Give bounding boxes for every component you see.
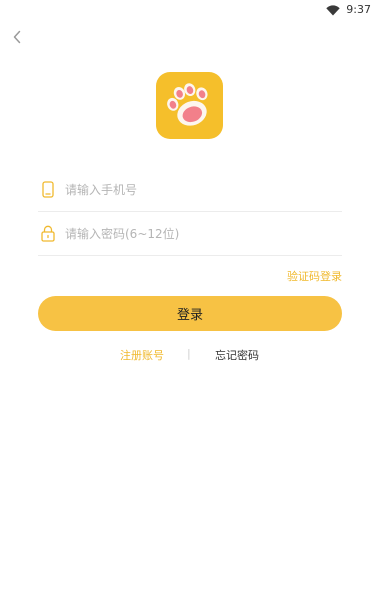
app-logo <box>156 72 223 139</box>
status-bar: 9:37 <box>0 0 379 22</box>
forgot-password-link[interactable]: 忘记密码 <box>215 347 259 363</box>
bottom-links: 注册账号 | 忘记密码 <box>0 347 379 363</box>
register-link[interactable]: 注册账号 <box>120 347 164 363</box>
password-input[interactable] <box>65 226 325 241</box>
code-login-link[interactable]: 验证码登录 <box>287 268 342 284</box>
status-time: 9:37 <box>346 3 371 16</box>
phone-icon <box>39 181 57 199</box>
back-button[interactable] <box>8 28 26 46</box>
phone-input[interactable] <box>65 182 325 197</box>
password-field <box>38 212 342 256</box>
lock-icon <box>39 225 57 243</box>
paw-icon <box>156 72 223 139</box>
login-button[interactable]: 登录 <box>38 296 342 331</box>
login-screen: 9:37 请输入手机号 验证码登录 登录 注册账号 | 忘记密码 <box>0 0 379 607</box>
link-separator: | <box>187 347 191 360</box>
wifi-icon <box>326 4 340 16</box>
phone-field <box>38 168 342 212</box>
status-right: 9:37 <box>326 3 371 17</box>
chevron-left-icon <box>13 30 21 44</box>
